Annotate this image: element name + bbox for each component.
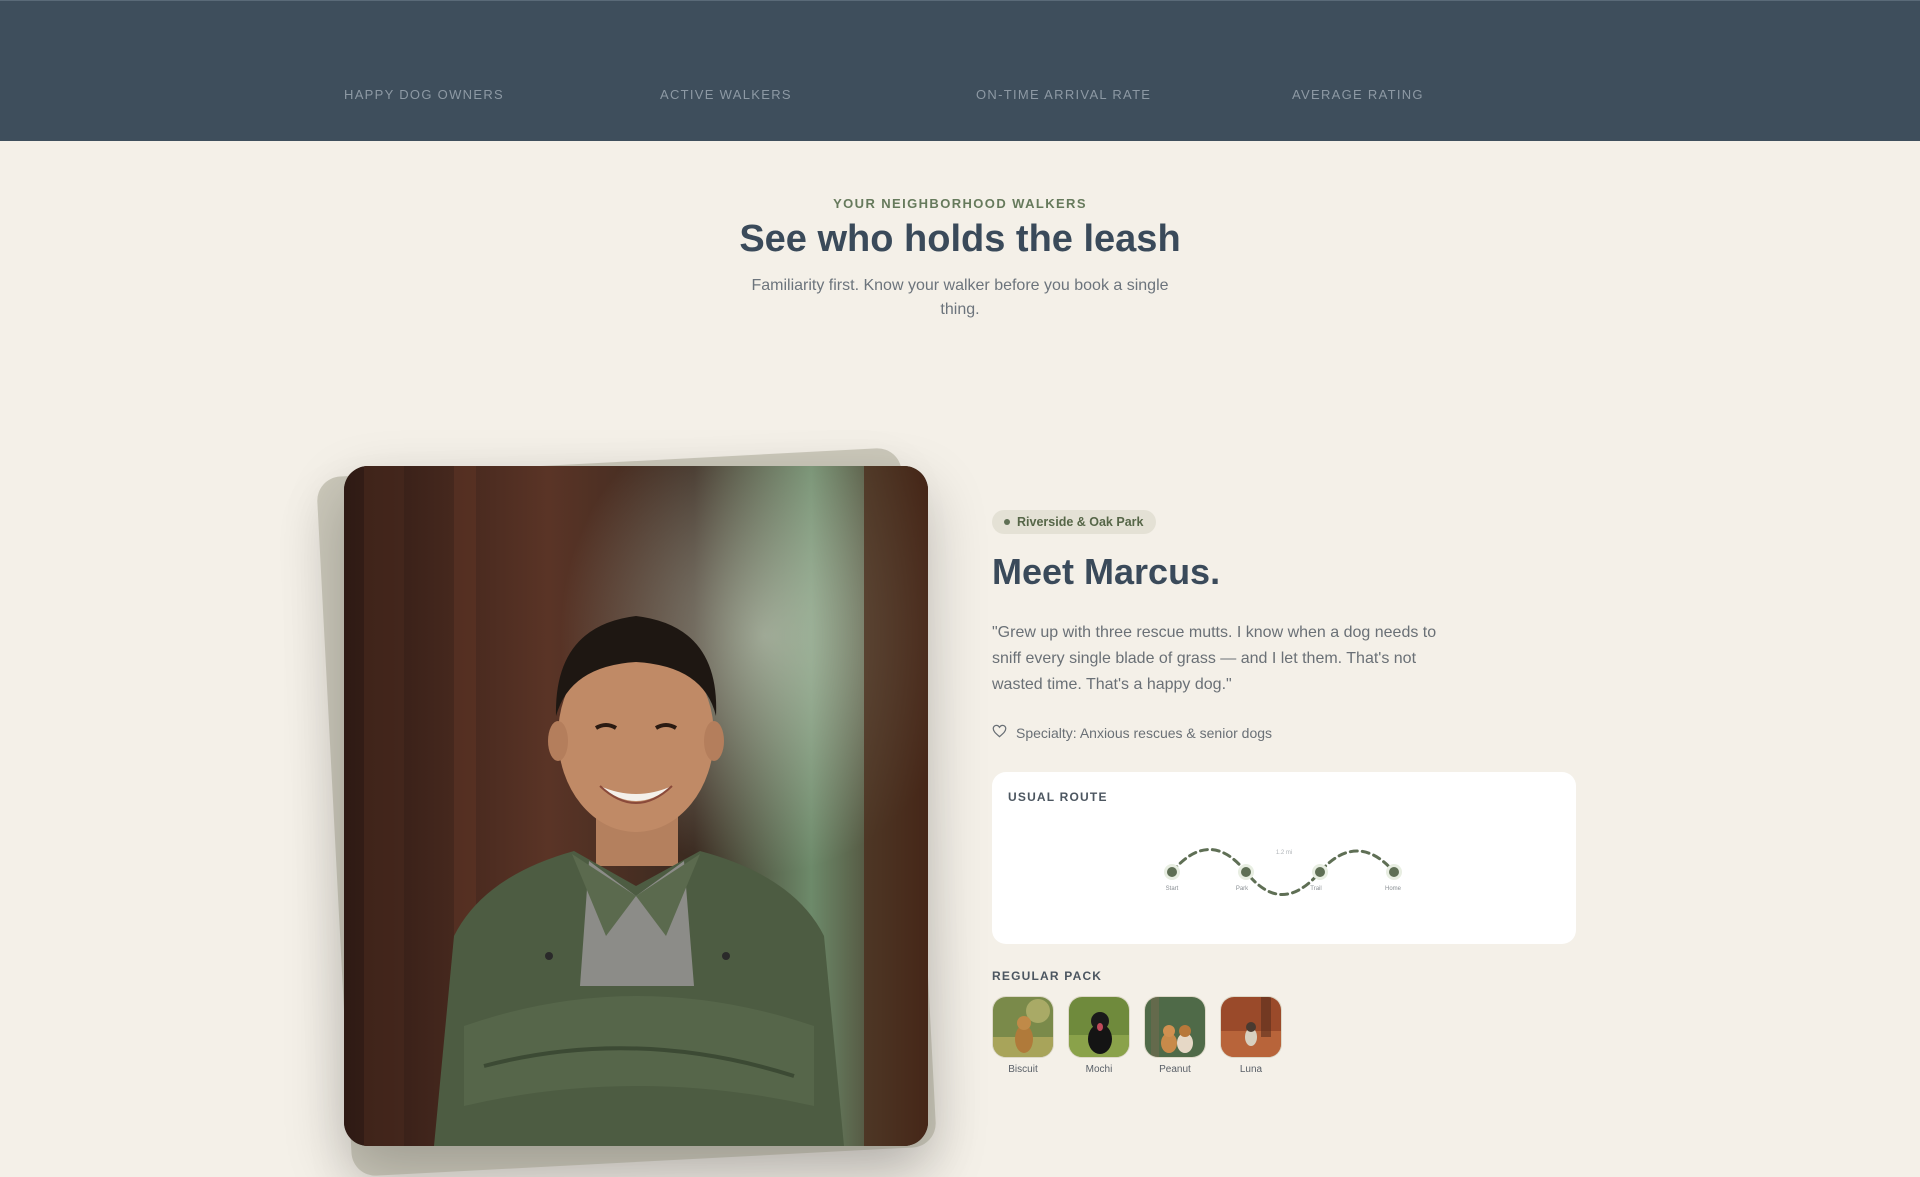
- route-stop-home-label: Home: [1385, 886, 1402, 892]
- pack-dog-mochi[interactable]: Mochi: [1067, 996, 1131, 1075]
- specialty-text: Specialty: Anxious rescues & senior dogs: [1016, 724, 1273, 741]
- stats-bar: HAPPY DOG OWNERS ACTIVE WALKERS ON-TIME …: [0, 0, 1920, 141]
- section-headline: See who holds the leash: [739, 218, 1181, 260]
- dog-thumbnail: [1144, 996, 1206, 1058]
- dog-name: Mochi: [1085, 1064, 1113, 1075]
- dog-name: Biscuit: [1008, 1064, 1038, 1075]
- route-stop-trail: [1312, 864, 1328, 880]
- stat-average-rating-label: AVERAGE RATING: [1292, 87, 1424, 102]
- route-map: Start Park Trail Home 1.2 mi: [1164, 848, 1402, 896]
- specialty-line: Specialty: Anxious rescues & senior dogs: [992, 724, 1272, 741]
- dog-thumbnail: [1220, 996, 1282, 1058]
- stat-happy-dog-owners-label: HAPPY DOG OWNERS: [344, 87, 504, 102]
- walker-quote: "Grew up with three rescue mutts. I know…: [992, 624, 1437, 693]
- location-badge: Riverside & Oak Park: [992, 510, 1157, 534]
- walker-name: Meet Marcus.: [992, 551, 1221, 592]
- stat-on-time-arrival-label: ON-TIME ARRIVAL RATE: [976, 87, 1152, 102]
- route-stop-park-label: Park: [1236, 886, 1249, 892]
- pack-dog-peanut[interactable]: Peanut: [1143, 996, 1207, 1075]
- route-stop-trail-label: Trail: [1310, 886, 1321, 892]
- location-label: Riverside & Oak Park: [1017, 515, 1144, 529]
- section-eyebrow: YOUR NEIGHBORHOOD WALKERS: [833, 196, 1087, 211]
- route-stop-start: [1164, 864, 1180, 880]
- route-stop-start-label: Start: [1166, 886, 1179, 892]
- walker-photo: [344, 466, 928, 1146]
- route-stop-park: [1238, 864, 1254, 880]
- dog-thumbnail: [992, 996, 1054, 1058]
- section-subhead: Familiarity first. Know your walker befo…: [751, 277, 1169, 318]
- pack-dog-biscuit[interactable]: Biscuit: [991, 996, 1055, 1075]
- route-path: [1170, 848, 1396, 896]
- route-distance-label: 1.2 mi: [1276, 850, 1292, 856]
- route-stop-home: [1386, 864, 1402, 880]
- heart-icon: [992, 724, 1007, 741]
- dog-name: Luna: [1239, 1064, 1263, 1075]
- usual-route-card: USUAL ROUTE Start Park Trail Home 1.2 mi: [992, 772, 1576, 944]
- stat-active-walkers-label: ACTIVE WALKERS: [660, 87, 792, 102]
- location-dot-icon: [1004, 519, 1010, 525]
- dog-thumbnail: [1068, 996, 1130, 1058]
- regular-pack-title: REGULAR PACK: [992, 969, 1103, 983]
- dog-name: Peanut: [1159, 1064, 1191, 1075]
- pack-dog-luna[interactable]: Luna: [1219, 996, 1283, 1075]
